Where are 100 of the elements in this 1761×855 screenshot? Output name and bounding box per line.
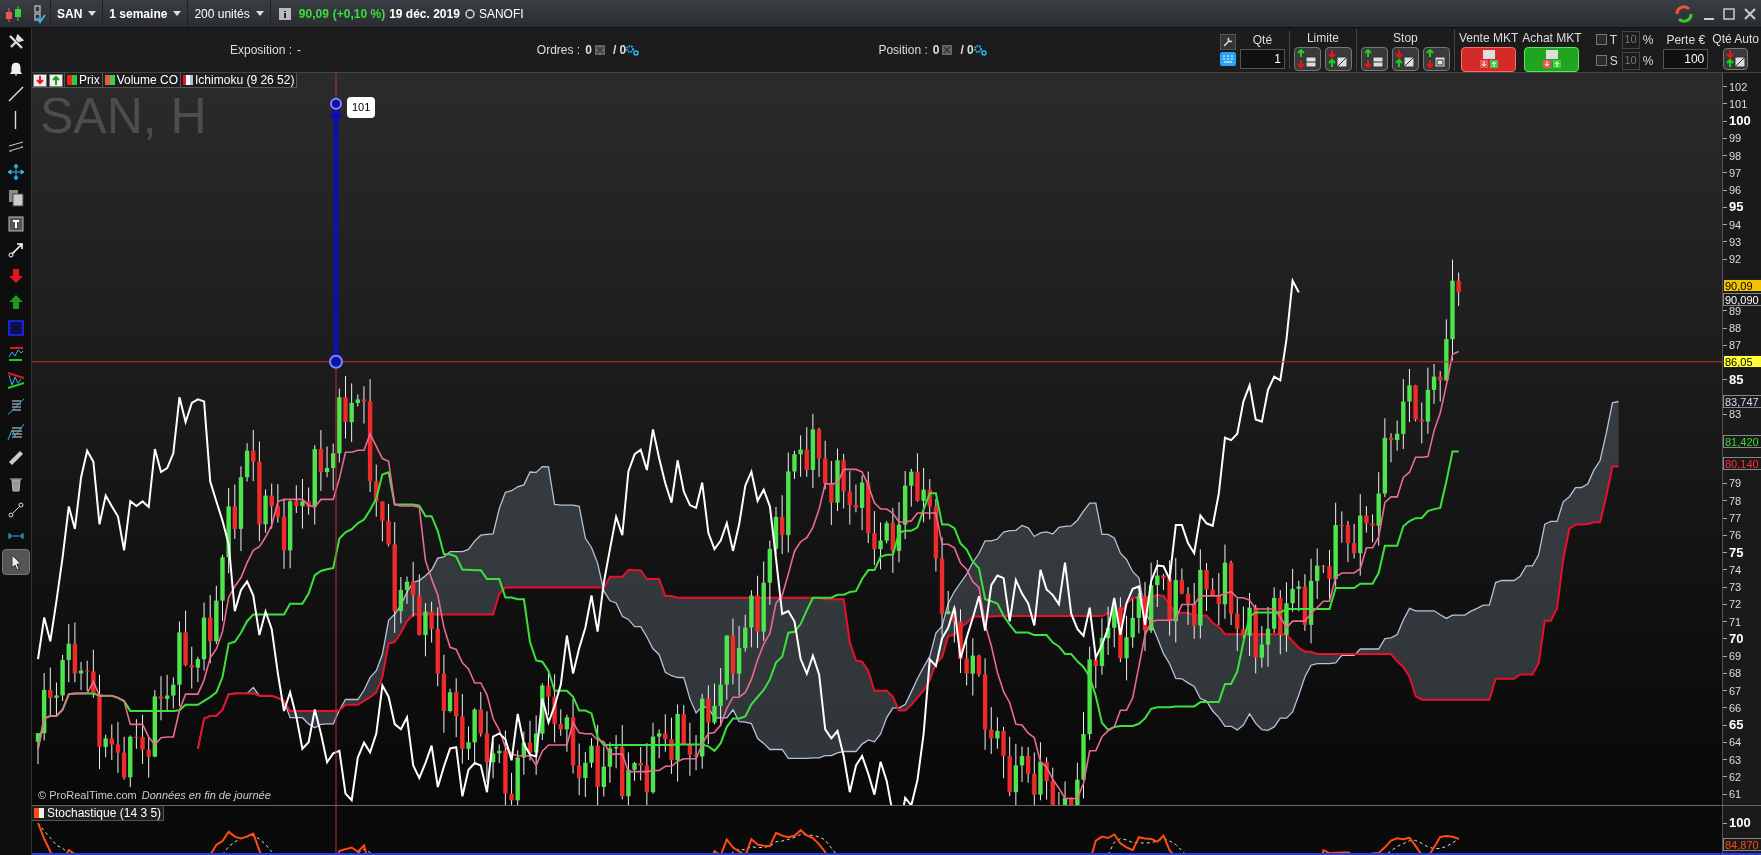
axis-label: 75: [1729, 544, 1744, 561]
price-change: (+0,10 %): [332, 5, 386, 23]
order-group-label: Limite: [1306, 30, 1339, 47]
units-dropdown[interactable]: 200 unités: [188, 0, 271, 27]
info-label: Exposition :: [230, 42, 293, 59]
gears-icon[interactable]: [626, 44, 640, 56]
axis-label: 65: [1729, 717, 1744, 734]
info-value: / 0: [612, 42, 627, 59]
fibonacci-icon: [6, 423, 25, 441]
cancel-icon[interactable]: [594, 45, 605, 55]
axis-label: 66: [1729, 700, 1742, 716]
qty-field[interactable]: 1: [1239, 49, 1285, 69]
copy-icon: [6, 189, 25, 207]
buy-market-button[interactable]: [1524, 46, 1580, 72]
order-button[interactable]: [1293, 47, 1321, 71]
tools-icon: [6, 33, 25, 51]
maximize-icon[interactable]: [1722, 6, 1736, 21]
market-order-label: Achat MKT: [1522, 29, 1582, 47]
cancel-icon[interactable]: [942, 45, 953, 55]
legend-label[interactable]: Prix: [79, 73, 100, 89]
order-button[interactable]: [1360, 47, 1388, 71]
price-tag: 86,05: [1723, 355, 1761, 369]
quote-date: 19 déc. 2019: [389, 5, 460, 23]
axis-label: 102: [1729, 79, 1748, 95]
refresh-icon[interactable]: [1673, 2, 1695, 25]
axis-label: 98: [1729, 148, 1742, 164]
axis-label: 101: [1729, 96, 1748, 112]
price-tag: 81,420: [1723, 435, 1761, 449]
order-button[interactable]: [1422, 47, 1450, 71]
order-button[interactable]: [1391, 47, 1419, 71]
axis-label: 100: [1729, 113, 1751, 129]
candlestick-icon[interactable]: [4, 4, 24, 23]
period-dropdown[interactable]: 1 semaine: [103, 0, 189, 27]
caret-icon: [173, 11, 182, 16]
axis-label: 93: [1729, 234, 1742, 250]
caret-icon: [88, 11, 97, 16]
last-price: 90,09: [298, 5, 329, 23]
axis-label: 61: [1729, 787, 1742, 803]
rectangle-icon: [6, 319, 25, 337]
checkbox-label: T: [1609, 31, 1618, 49]
info-icon[interactable]: [278, 7, 291, 20]
axis-label: 89: [1729, 304, 1742, 319]
auto-qty-button[interactable]: [1723, 48, 1749, 70]
symbol-dropdown[interactable]: SAN: [50, 0, 104, 27]
line-icon: [6, 85, 25, 103]
expand-icon[interactable]: [49, 73, 63, 87]
checkbox-label: S: [1609, 52, 1619, 70]
order-group-label: Stop: [1393, 30, 1418, 47]
axis-label: 68: [1729, 666, 1742, 682]
axis-label: 64: [1729, 735, 1742, 751]
axis-label: 71: [1729, 614, 1742, 630]
axis-label: 83: [1729, 408, 1742, 423]
legend-swatch: [104, 75, 115, 85]
close-icon[interactable]: [1743, 6, 1757, 21]
order-icon: [1540, 49, 1563, 69]
legend-label[interactable]: Volume CO: [116, 73, 179, 89]
trend-channel-icon: [6, 345, 25, 363]
auto-qty-label: Qté Auto: [1712, 31, 1759, 48]
info-value: 0: [932, 42, 940, 59]
order-icon: [1724, 49, 1747, 69]
gears-icon[interactable]: [973, 44, 987, 56]
info-label: Position :: [878, 42, 928, 59]
axis-label: 67: [1729, 683, 1742, 699]
info-label: Ordres :: [536, 42, 581, 59]
toolbar-button[interactable]: [1, 549, 30, 575]
order-button[interactable]: [1324, 47, 1352, 71]
axis-label: 77: [1729, 511, 1742, 526]
data-note: Données en fin de journée: [141, 787, 271, 803]
order-icon: [1394, 49, 1417, 69]
vertical-line-icon: [14, 111, 17, 129]
wrench-icon[interactable]: [1219, 34, 1236, 50]
market-order-label: Vente MKT: [1458, 29, 1519, 47]
axis-label: 95: [1729, 199, 1744, 216]
brand-text: © ProRealTime.com: [38, 787, 137, 803]
order-icon: [1477, 49, 1500, 69]
axis-label: 72: [1729, 597, 1742, 613]
axis-label: 94: [1729, 217, 1742, 233]
order-icon: [1327, 49, 1350, 69]
loss-label: Perte €: [1666, 32, 1706, 49]
axis-label: 88: [1729, 321, 1742, 337]
legend-swatch: [34, 808, 44, 818]
price-tag: 84,870: [1723, 837, 1761, 851]
segment-icon: [6, 501, 25, 519]
legend-label[interactable]: Ichimoku (9 26 52): [195, 73, 295, 89]
sell-market-button[interactable]: [1461, 46, 1517, 72]
axis-label: 96: [1729, 183, 1742, 199]
instrument-name: SANOFI: [478, 5, 524, 23]
price-tag: 80,140: [1723, 457, 1761, 471]
order-icon: [1296, 49, 1319, 69]
collapse-icon[interactable]: [33, 73, 47, 87]
axis-label: 70: [1729, 630, 1744, 647]
order-icon: [1425, 49, 1448, 69]
unit-label: %: [1642, 31, 1654, 49]
arrow-drawing[interactable]: [329, 97, 343, 369]
keyboard-icon[interactable]: [1219, 52, 1236, 66]
circle-icon: [464, 8, 475, 19]
loss-field[interactable]: 100: [1663, 49, 1709, 69]
price-tag: 90,090: [1723, 292, 1761, 306]
order-icon: [1363, 49, 1386, 69]
axis-label: 76: [1729, 528, 1742, 544]
